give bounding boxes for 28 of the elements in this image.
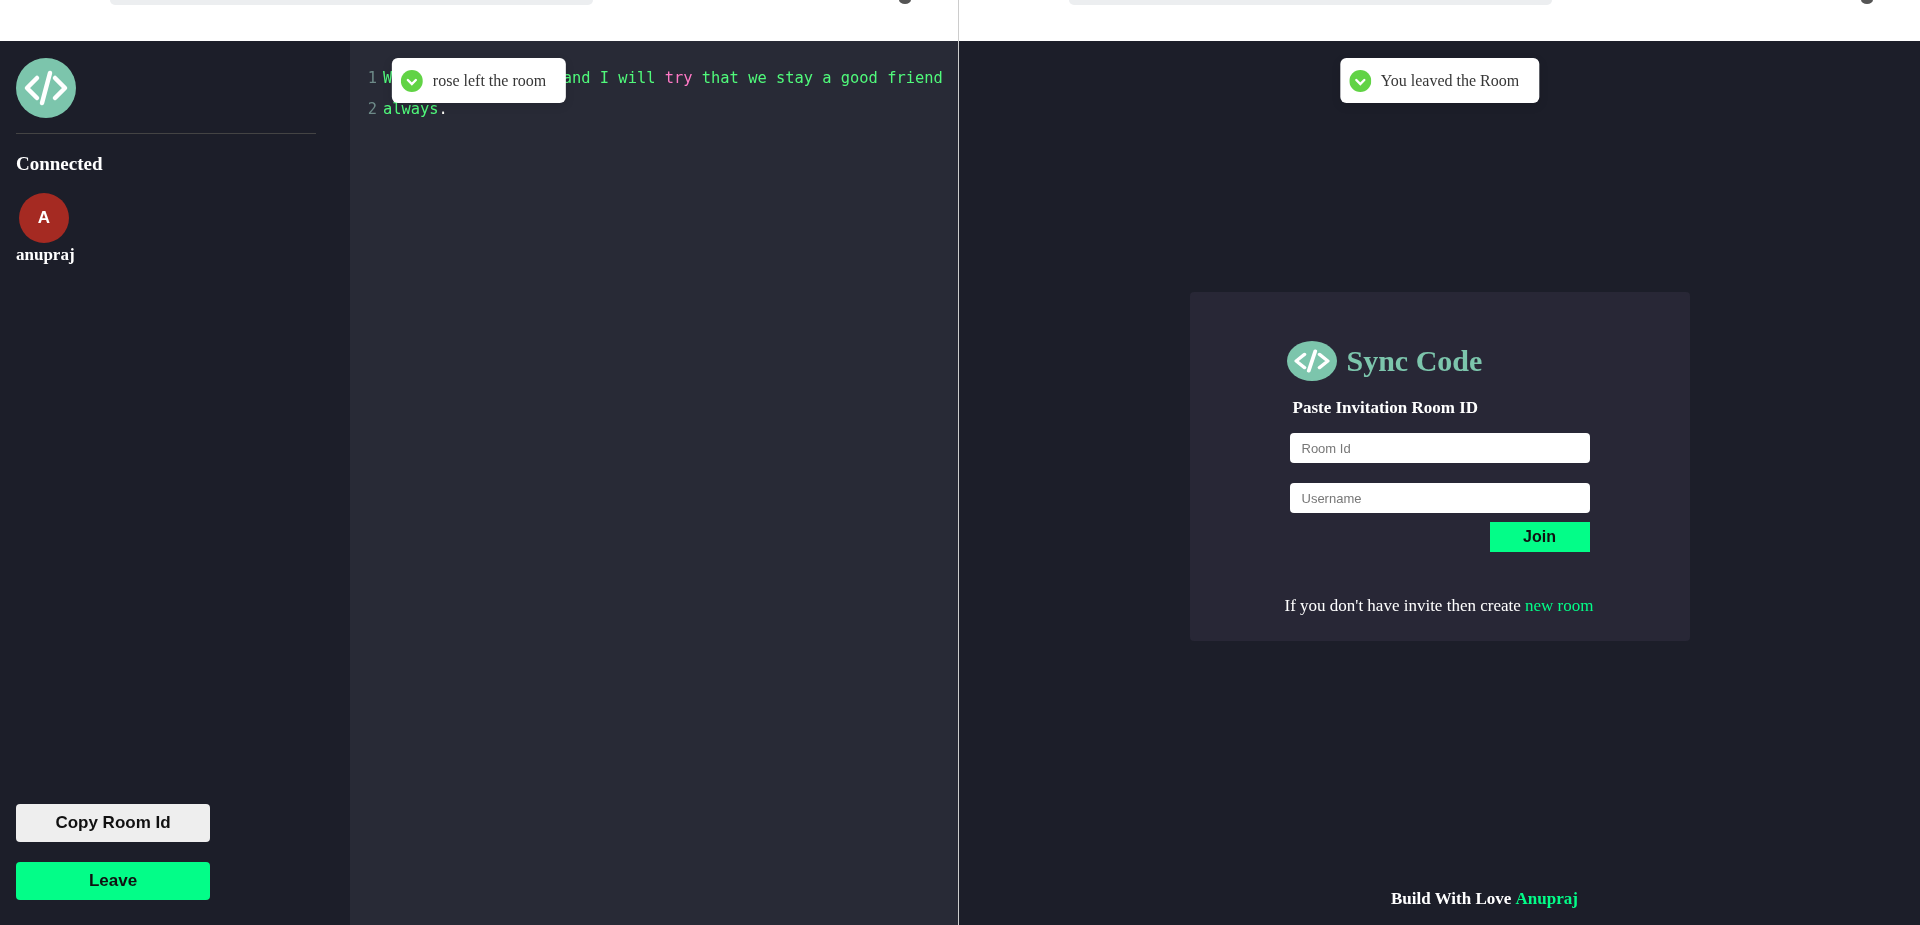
- toolbar-icon[interactable]: [1860, 0, 1874, 4]
- footer-credit: Build With Love Anupraj: [1391, 889, 1578, 908]
- join-button[interactable]: Join: [1489, 522, 1590, 552]
- user-name: anupraj: [16, 245, 75, 265]
- line-number: 1: [366, 68, 377, 89]
- toolbar-icon[interactable]: [898, 0, 912, 4]
- toast-message: rose left the room: [432, 71, 547, 90]
- code-text: .: [438, 100, 448, 118]
- new-room-link[interactable]: new room: [1525, 596, 1594, 615]
- check-icon: [400, 69, 423, 92]
- code-keyword: try: [664, 69, 693, 87]
- copy-button[interactable]: Copy Room Id: [16, 804, 210, 842]
- room-id-field[interactable]: Room Id: [1289, 433, 1590, 463]
- code-logo-icon: [1286, 341, 1337, 381]
- user-avatar: A: [19, 193, 69, 243]
- toast-message: You leaved the Room: [1380, 71, 1520, 90]
- create-room-hint: If you don't have invite then create new room: [1284, 596, 1595, 616]
- username-field[interactable]: Username: [1289, 483, 1590, 513]
- code-logo-icon: [16, 58, 76, 118]
- code-text: always: [383, 100, 439, 118]
- app-title: Sync Code: [1346, 344, 1483, 378]
- check-icon: [1348, 69, 1371, 92]
- line-number: 2: [366, 99, 377, 120]
- code-text: that we stay a good friend: [701, 69, 943, 87]
- form-heading: Paste Invitation Room ID: [1292, 398, 1480, 418]
- section-title: Connected: [16, 153, 104, 175]
- code-text: W: [383, 69, 393, 87]
- leave-button[interactable]: Leave: [16, 862, 210, 900]
